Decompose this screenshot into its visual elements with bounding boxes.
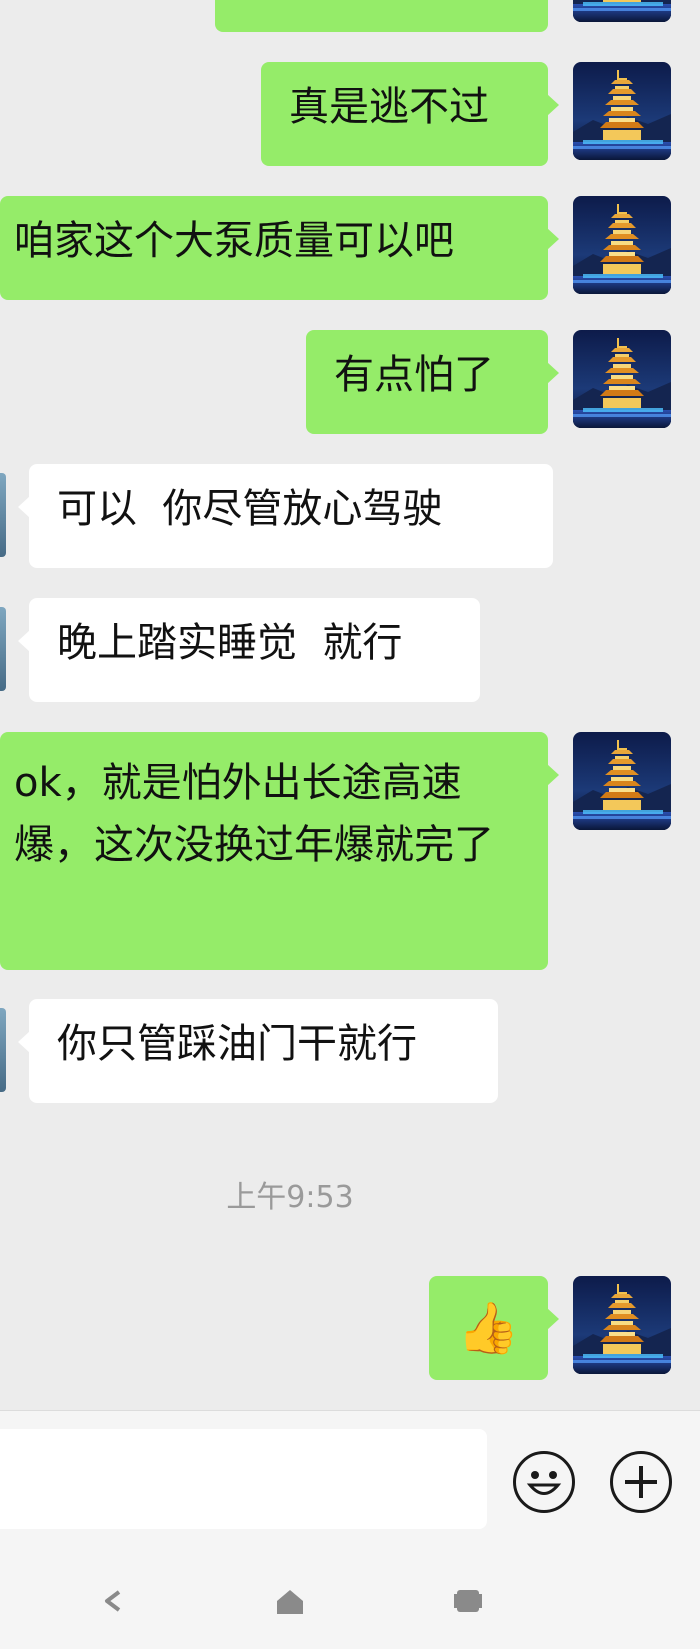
chat-history[interactable]: 真是逃不过 咱家这个大泵质量可以吧 有点怕了 可以 你尽管放心驾驶 晚上踏实睡觉… (0, 0, 700, 1410)
message-received[interactable]: 晚上踏实睡觉 就行 (18, 598, 480, 702)
pagoda-at-night-icon (573, 196, 671, 294)
system-navigation-bar (0, 1552, 700, 1649)
message-input[interactable] (0, 1429, 487, 1529)
add-button[interactable] (610, 1451, 672, 1513)
pagoda-at-night-icon (573, 62, 671, 160)
my-avatar[interactable] (573, 330, 671, 428)
message-sent[interactable]: ok，就是怕外出长途高速爆，这次没换过年爆就完了 (0, 732, 559, 970)
home-icon[interactable] (275, 1588, 305, 1616)
my-avatar[interactable] (573, 1276, 671, 1374)
message-timestamp: 上午9:53 (226, 1180, 354, 1215)
my-avatar[interactable] (573, 0, 671, 22)
chat-input-bar (0, 1410, 700, 1553)
smiley-icon (526, 1471, 562, 1495)
message-sent[interactable] (215, 0, 548, 32)
pagoda-at-night-icon (573, 330, 671, 428)
recents-icon[interactable] (454, 1588, 482, 1614)
message-received[interactable]: 可以 你尽管放心驾驶 (18, 464, 553, 568)
my-avatar[interactable] (573, 62, 671, 160)
pagoda-at-night-icon (573, 732, 671, 830)
emoji-button[interactable] (513, 1451, 575, 1513)
pagoda-at-night-icon (573, 0, 671, 22)
message-received[interactable]: 你只管踩油门干就行 (18, 999, 498, 1103)
message-sent[interactable]: 咱家这个大泵质量可以吧 (0, 196, 559, 300)
message-sent[interactable]: 真是逃不过 (261, 62, 559, 166)
pagoda-at-night-icon (573, 1276, 671, 1374)
contact-avatar[interactable] (0, 473, 6, 557)
contact-avatar[interactable] (0, 607, 6, 691)
contact-avatar[interactable] (0, 1008, 6, 1092)
message-sent-emoji[interactable]: 👍 (429, 1276, 559, 1380)
back-icon[interactable] (99, 1588, 125, 1614)
my-avatar[interactable] (573, 732, 671, 830)
my-avatar[interactable] (573, 196, 671, 294)
plus-icon (625, 1466, 657, 1498)
message-sent[interactable]: 有点怕了 (306, 330, 559, 434)
